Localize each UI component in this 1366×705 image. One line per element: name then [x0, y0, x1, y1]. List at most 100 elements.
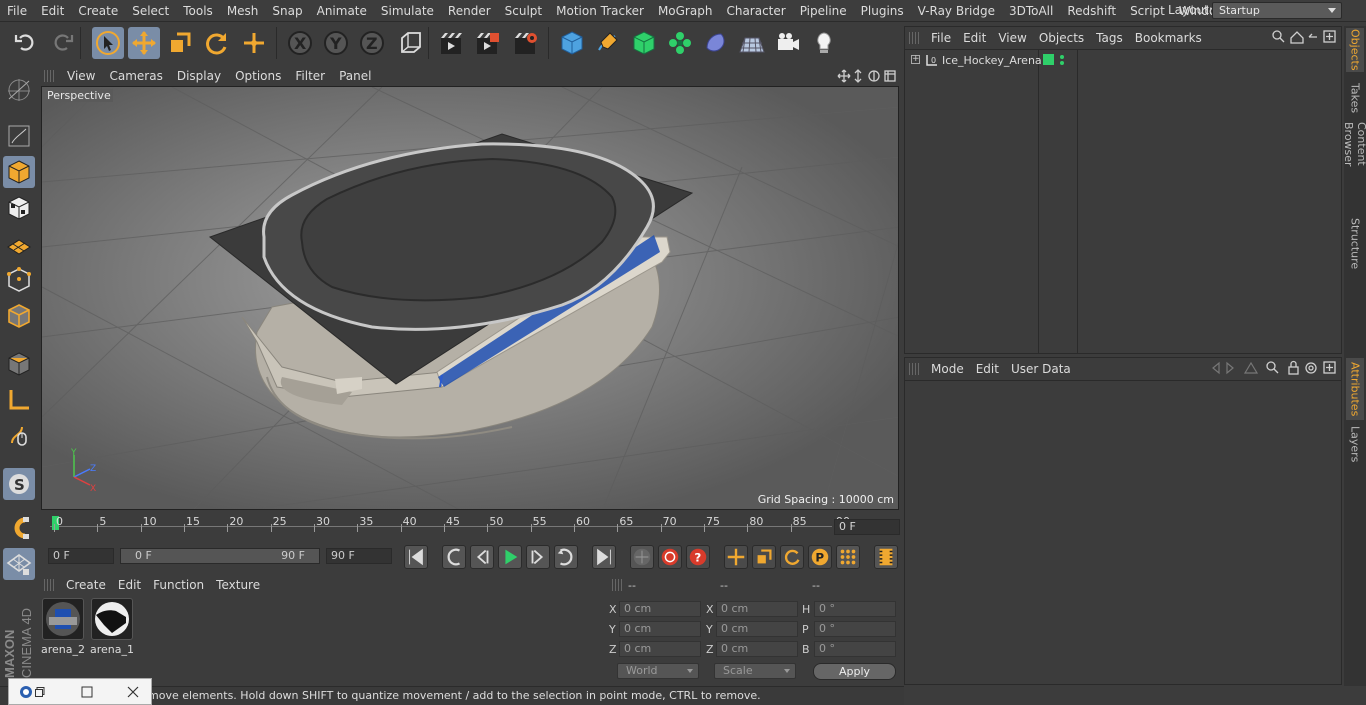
auto-key-icon[interactable] [658, 545, 682, 569]
object-row[interactable]: + 0 Ice_Hockey_Arena [909, 53, 1343, 69]
menu-plugins[interactable]: Plugins [854, 0, 911, 22]
select-arrow-icon[interactable] [92, 27, 124, 59]
cube-icon[interactable] [556, 27, 588, 59]
lock-icon[interactable] [3, 548, 35, 580]
keyframe-help-icon[interactable]: ? [686, 545, 710, 569]
timeline-window-icon[interactable] [874, 545, 898, 569]
material-menu-edit[interactable]: Edit [112, 578, 147, 592]
material-menu-texture[interactable]: Texture [210, 578, 266, 592]
polygons-mode-icon[interactable] [3, 300, 35, 332]
menu-script[interactable]: Script [1123, 0, 1172, 22]
goto-start-icon[interactable] [404, 545, 428, 569]
maximize-icon[interactable] [81, 686, 93, 698]
deformer-icon[interactable] [700, 27, 732, 59]
attribute-menu-edit[interactable]: Edit [970, 362, 1005, 376]
viewport-menu-filter[interactable]: Filter [288, 69, 332, 83]
magnet-icon[interactable]: S [3, 468, 35, 500]
key-scale-icon[interactable] [752, 545, 776, 569]
material-menu-create[interactable]: Create [60, 578, 112, 592]
coord-mode-select[interactable]: World [617, 663, 699, 679]
restore-icon[interactable] [35, 686, 45, 697]
material-item[interactable]: arena_1 [90, 598, 134, 658]
viewport-menu-panel[interactable]: Panel [332, 69, 378, 83]
next-key-icon[interactable] [554, 545, 578, 569]
object-menu-edit[interactable]: Edit [957, 31, 992, 45]
material-menu-function[interactable]: Function [147, 578, 210, 592]
prev-frame-icon[interactable] [470, 545, 494, 569]
timeline[interactable]: 051015202530354045505560657075808590 [40, 512, 902, 542]
menu-mograph[interactable]: MoGraph [651, 0, 720, 22]
coord-field-pos-y[interactable]: 0 cm [619, 621, 701, 637]
menu-motion-tracker[interactable]: Motion Tracker [549, 0, 651, 22]
object-menu-objects[interactable]: Objects [1033, 31, 1090, 45]
end-frame-field[interactable]: 90 F [326, 548, 392, 564]
model-mode-icon[interactable] [3, 120, 35, 152]
menu-snap[interactable]: Snap [265, 0, 309, 22]
menu-tools[interactable]: Tools [176, 0, 220, 22]
coord-field-pos-z[interactable]: 0 cm [619, 641, 701, 657]
tab-structure[interactable]: Structure [1346, 218, 1364, 270]
menu-v-ray-bridge[interactable]: V-Ray Bridge [911, 0, 1002, 22]
visibility-dots-icon[interactable] [1059, 53, 1065, 67]
attribute-manager-tools[interactable] [1209, 360, 1337, 376]
next-frame-icon[interactable] [526, 545, 550, 569]
redo-icon[interactable] [46, 27, 78, 59]
move-icon[interactable] [128, 27, 160, 59]
object-menu-bookmarks[interactable]: Bookmarks [1129, 31, 1208, 45]
goto-end-icon[interactable] [592, 545, 616, 569]
coord-field-size-x[interactable]: 0 cm [716, 601, 798, 617]
cinema4d-app-icon[interactable] [19, 685, 33, 699]
object-manager-tools[interactable] [1271, 29, 1337, 45]
frame-range-slider[interactable]: 0 F 90 F [120, 548, 320, 564]
light-icon[interactable] [808, 27, 840, 59]
view-options-icon[interactable] [3, 74, 35, 106]
workplane-icon[interactable] [3, 192, 35, 224]
key-rotate-icon[interactable] [780, 545, 804, 569]
object-menu-file[interactable]: File [925, 31, 957, 45]
viewport[interactable]: Perspective Y Z X Grid Spacing : 10000 c… [41, 86, 899, 510]
solo-icon[interactable] [3, 420, 35, 452]
attribute-menu-user-data[interactable]: User Data [1005, 362, 1077, 376]
points-mode-icon[interactable] [3, 228, 35, 260]
z-axis-icon[interactable]: Z [356, 27, 388, 59]
menu-mesh[interactable]: Mesh [220, 0, 266, 22]
attribute-menu-mode[interactable]: Mode [925, 362, 970, 376]
cloner-icon[interactable] [664, 27, 696, 59]
close-icon[interactable] [127, 686, 139, 698]
coord-scale-select[interactable]: Scale [714, 663, 796, 679]
object-name[interactable]: Ice_Hockey_Arena [942, 54, 1042, 67]
material-item[interactable]: arena_2 [41, 598, 85, 658]
grid-snap-icon[interactable] [3, 512, 35, 544]
tab-takes[interactable]: Takes [1346, 76, 1364, 120]
menu-pipeline[interactable]: Pipeline [793, 0, 854, 22]
multi-move-icon[interactable] [238, 27, 270, 59]
coord-field-rot-p[interactable]: 0 ° [814, 621, 896, 637]
viewport-nav-icons[interactable] [836, 68, 898, 84]
tab-objects[interactable]: Objects [1346, 28, 1364, 72]
apply-button[interactable]: Apply [813, 663, 896, 680]
menu-create[interactable]: Create [71, 0, 125, 22]
menu-select[interactable]: Select [125, 0, 176, 22]
texture-mode-icon[interactable] [3, 156, 35, 188]
tab-content-browser[interactable]: Content Browser [1342, 122, 1366, 210]
object-menu-tags[interactable]: Tags [1090, 31, 1129, 45]
menu-sculpt[interactable]: Sculpt [498, 0, 549, 22]
menu-render[interactable]: Render [441, 0, 498, 22]
render-settings-icon[interactable] [510, 27, 542, 59]
floor-icon[interactable] [736, 27, 768, 59]
key-move-icon[interactable] [724, 545, 748, 569]
coord-field-size-y[interactable]: 0 cm [716, 621, 798, 637]
menu-redshift[interactable]: Redshift [1060, 0, 1123, 22]
menu-animate[interactable]: Animate [310, 0, 374, 22]
coord-field-rot-h[interactable]: 0 ° [814, 601, 896, 617]
key-pla-icon[interactable] [836, 545, 860, 569]
viewport-menu-view[interactable]: View [60, 69, 102, 83]
menu-file[interactable]: File [0, 0, 34, 22]
layout-select[interactable]: Startup [1212, 2, 1342, 19]
render-view-icon[interactable] [436, 27, 468, 59]
play-icon[interactable] [498, 545, 522, 569]
coord-field-size-z[interactable]: 0 cm [716, 641, 798, 657]
axis-mode-icon[interactable] [3, 348, 35, 380]
pen-icon[interactable] [592, 27, 624, 59]
x-axis-icon[interactable]: X [284, 27, 316, 59]
